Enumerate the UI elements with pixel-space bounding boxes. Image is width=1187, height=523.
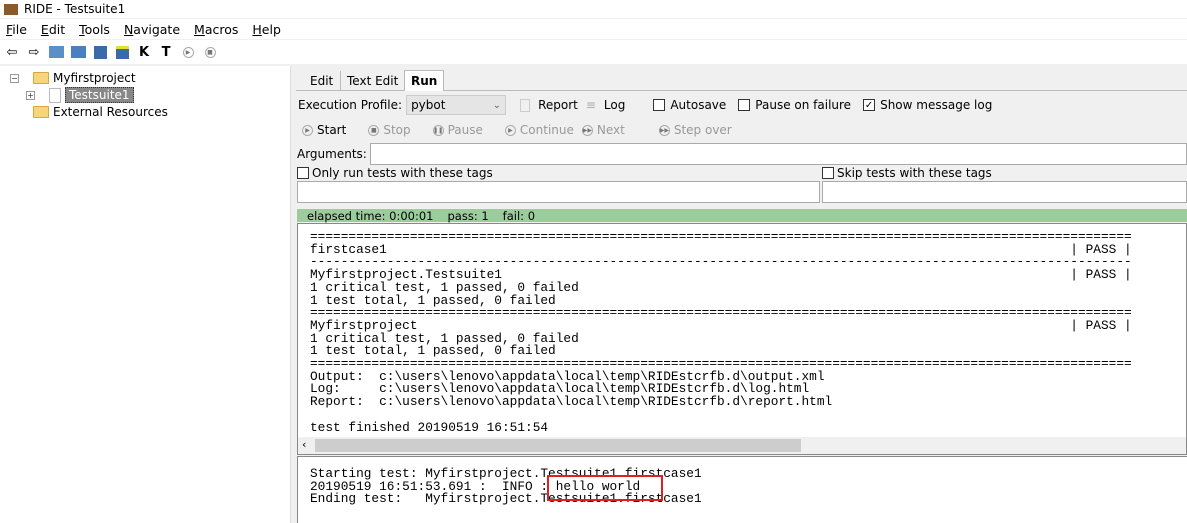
run-icon[interactable]: ▶: [180, 44, 196, 60]
tab-run[interactable]: Run: [404, 70, 445, 91]
report-icon: [520, 98, 531, 112]
keyword-search-icon[interactable]: K: [136, 44, 152, 60]
app-icon: [4, 3, 18, 15]
project-tree: − Myfirstproject + Testsuite1 External R…: [0, 66, 291, 523]
tab-edit[interactable]: Edit: [304, 71, 339, 91]
stop-icon[interactable]: ■: [202, 44, 218, 60]
pause-on-failure-checkbox[interactable]: [738, 99, 751, 111]
tree-item-suite[interactable]: + Testsuite1: [26, 87, 134, 103]
editor-panel: Edit Text Edit Run Execution Profile: py…: [296, 66, 1187, 523]
execution-profile-select[interactable]: pybot ⌄: [406, 95, 507, 115]
menu-macros[interactable]: Macros: [194, 22, 238, 37]
continue-button[interactable]: ▶ Continue: [504, 123, 574, 137]
execution-profile-label: Execution Profile:: [298, 98, 403, 112]
stop-button[interactable]: ■ Stop: [368, 123, 411, 137]
open-project-icon[interactable]: [48, 44, 64, 60]
save-icon[interactable]: [92, 44, 108, 60]
skip-tags-checkbox[interactable]: [822, 167, 834, 179]
next-button[interactable]: ▶▶ Next: [581, 123, 625, 137]
step-over-button[interactable]: ▶▶ Step over: [658, 123, 732, 137]
window-title: RIDE - Testsuite1: [24, 2, 126, 16]
only-run-tags-input[interactable]: [297, 181, 820, 203]
arguments-label: Arguments:: [297, 147, 367, 161]
menu-tools[interactable]: Tools: [79, 22, 110, 37]
show-message-log-checkbox[interactable]: ✓: [863, 99, 876, 111]
scroll-left-icon[interactable]: ‹: [302, 438, 306, 451]
arguments-input[interactable]: [369, 143, 1187, 165]
menu-navigate[interactable]: Navigate: [124, 22, 180, 37]
output-console: ========================================…: [297, 223, 1187, 455]
menu-file[interactable]: File: [6, 22, 27, 37]
menu-bar: File Edit Tools Navigate Macros Help: [0, 19, 1187, 39]
save-all-icon[interactable]: [114, 44, 130, 60]
open-folder-icon[interactable]: [70, 44, 86, 60]
skip-tags-input[interactable]: [822, 181, 1187, 203]
folder-icon: [33, 72, 49, 84]
external-resources-icon: [33, 106, 49, 118]
test-search-icon[interactable]: T: [158, 44, 174, 60]
pause-button[interactable]: ❚❚ Pause: [432, 123, 483, 137]
pause-icon: ❚❚: [432, 124, 444, 136]
highlight-box: [547, 475, 663, 501]
play-icon: ▶: [302, 124, 313, 136]
message-log: Starting test: Myfirstproject.Testsuite1…: [297, 456, 1187, 523]
continue-icon: ▶: [504, 124, 516, 136]
tree-item-project[interactable]: − Myfirstproject: [10, 71, 136, 85]
log-icon: ≡: [585, 98, 596, 112]
output-text: ========================================…: [310, 229, 1132, 435]
autosave-checkbox[interactable]: [653, 99, 666, 111]
tree-item-external-resources[interactable]: External Resources: [33, 105, 168, 119]
step-over-icon: ▶▶: [658, 124, 670, 136]
horizontal-scrollbar[interactable]: ‹: [298, 437, 1186, 454]
only-run-tags-checkbox[interactable]: [297, 167, 309, 179]
scrollbar-thumb[interactable]: [315, 439, 801, 452]
toolbar: ⇦ ⇨ K T ▶ ■: [0, 40, 1187, 64]
status-bar: elapsed time: 0:00:01 pass: 1 fail: 0: [297, 209, 1187, 223]
collapse-icon[interactable]: −: [10, 73, 19, 83]
forward-arrow-icon[interactable]: ⇨: [26, 44, 42, 60]
log-button[interactable]: Log: [604, 98, 625, 112]
menu-help[interactable]: Help: [252, 22, 281, 37]
stop-icon: ■: [368, 124, 380, 136]
start-button[interactable]: ▶ Start: [302, 123, 346, 137]
expand-icon[interactable]: +: [26, 90, 35, 100]
chevron-down-icon: ⌄: [492, 99, 502, 111]
next-icon: ▶▶: [581, 124, 593, 136]
title-bar: RIDE - Testsuite1: [0, 0, 1187, 18]
menu-edit[interactable]: Edit: [41, 22, 65, 37]
report-button[interactable]: Report: [538, 98, 578, 112]
tab-text-edit[interactable]: Text Edit: [340, 71, 404, 91]
back-arrow-icon[interactable]: ⇦: [4, 44, 20, 60]
file-icon: [49, 87, 61, 103]
